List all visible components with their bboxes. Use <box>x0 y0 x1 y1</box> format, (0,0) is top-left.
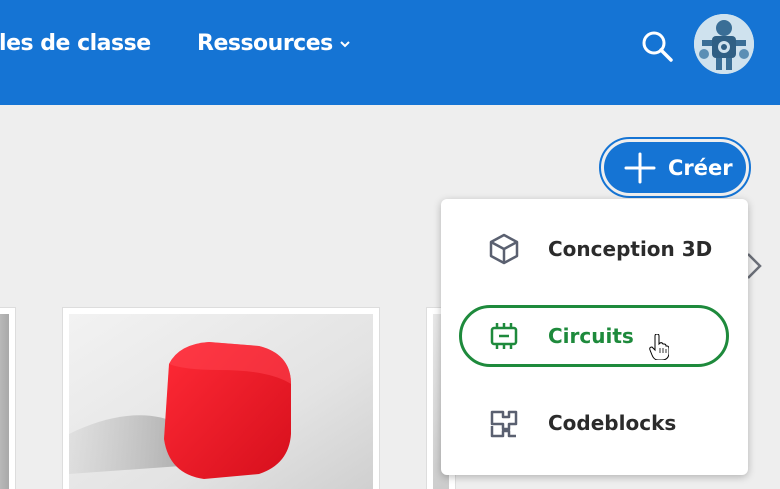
hand-pointer-cursor-icon <box>649 334 669 360</box>
nav-item-classes-label: lles de classe <box>0 31 151 56</box>
codeblocks-icon <box>490 410 518 438</box>
project-card[interactable] <box>0 307 16 489</box>
nav-item-classes[interactable]: lles de classe <box>0 28 151 60</box>
menu-item-circuits[interactable]: Circuits <box>459 305 729 367</box>
avatar[interactable] <box>694 14 754 74</box>
create-button[interactable]: Créer <box>599 137 751 198</box>
project-card[interactable] <box>62 307 380 489</box>
create-button-inner[interactable]: Créer <box>604 142 746 193</box>
menu-item-3d-design-label: Conception 3D <box>548 237 713 261</box>
menu-item-codeblocks[interactable]: Codeblocks <box>459 392 729 454</box>
project-thumbnail <box>0 314 9 489</box>
project-thumbnail <box>69 314 373 489</box>
cube-icon <box>489 233 519 265</box>
red-box-thumbnail <box>69 314 373 489</box>
chevron-down-icon <box>340 41 350 48</box>
nav-item-resources-label: Ressources <box>197 31 333 56</box>
menu-item-3d-design[interactable]: Conception 3D <box>459 218 729 280</box>
menu-item-codeblocks-label: Codeblocks <box>548 411 677 435</box>
create-button-label: Créer <box>668 155 733 180</box>
create-dropdown-menu: Conception 3D Circuits Codeblocks <box>441 199 748 475</box>
top-navigation-bar: lles de classe Ressources <box>0 0 780 105</box>
nav-item-resources[interactable]: Ressources <box>197 28 351 60</box>
chip-icon <box>490 323 518 349</box>
menu-item-circuits-label: Circuits <box>548 324 634 348</box>
plus-icon <box>624 152 656 183</box>
search-icon[interactable] <box>639 28 675 64</box>
robot-avatar-icon <box>694 14 754 74</box>
